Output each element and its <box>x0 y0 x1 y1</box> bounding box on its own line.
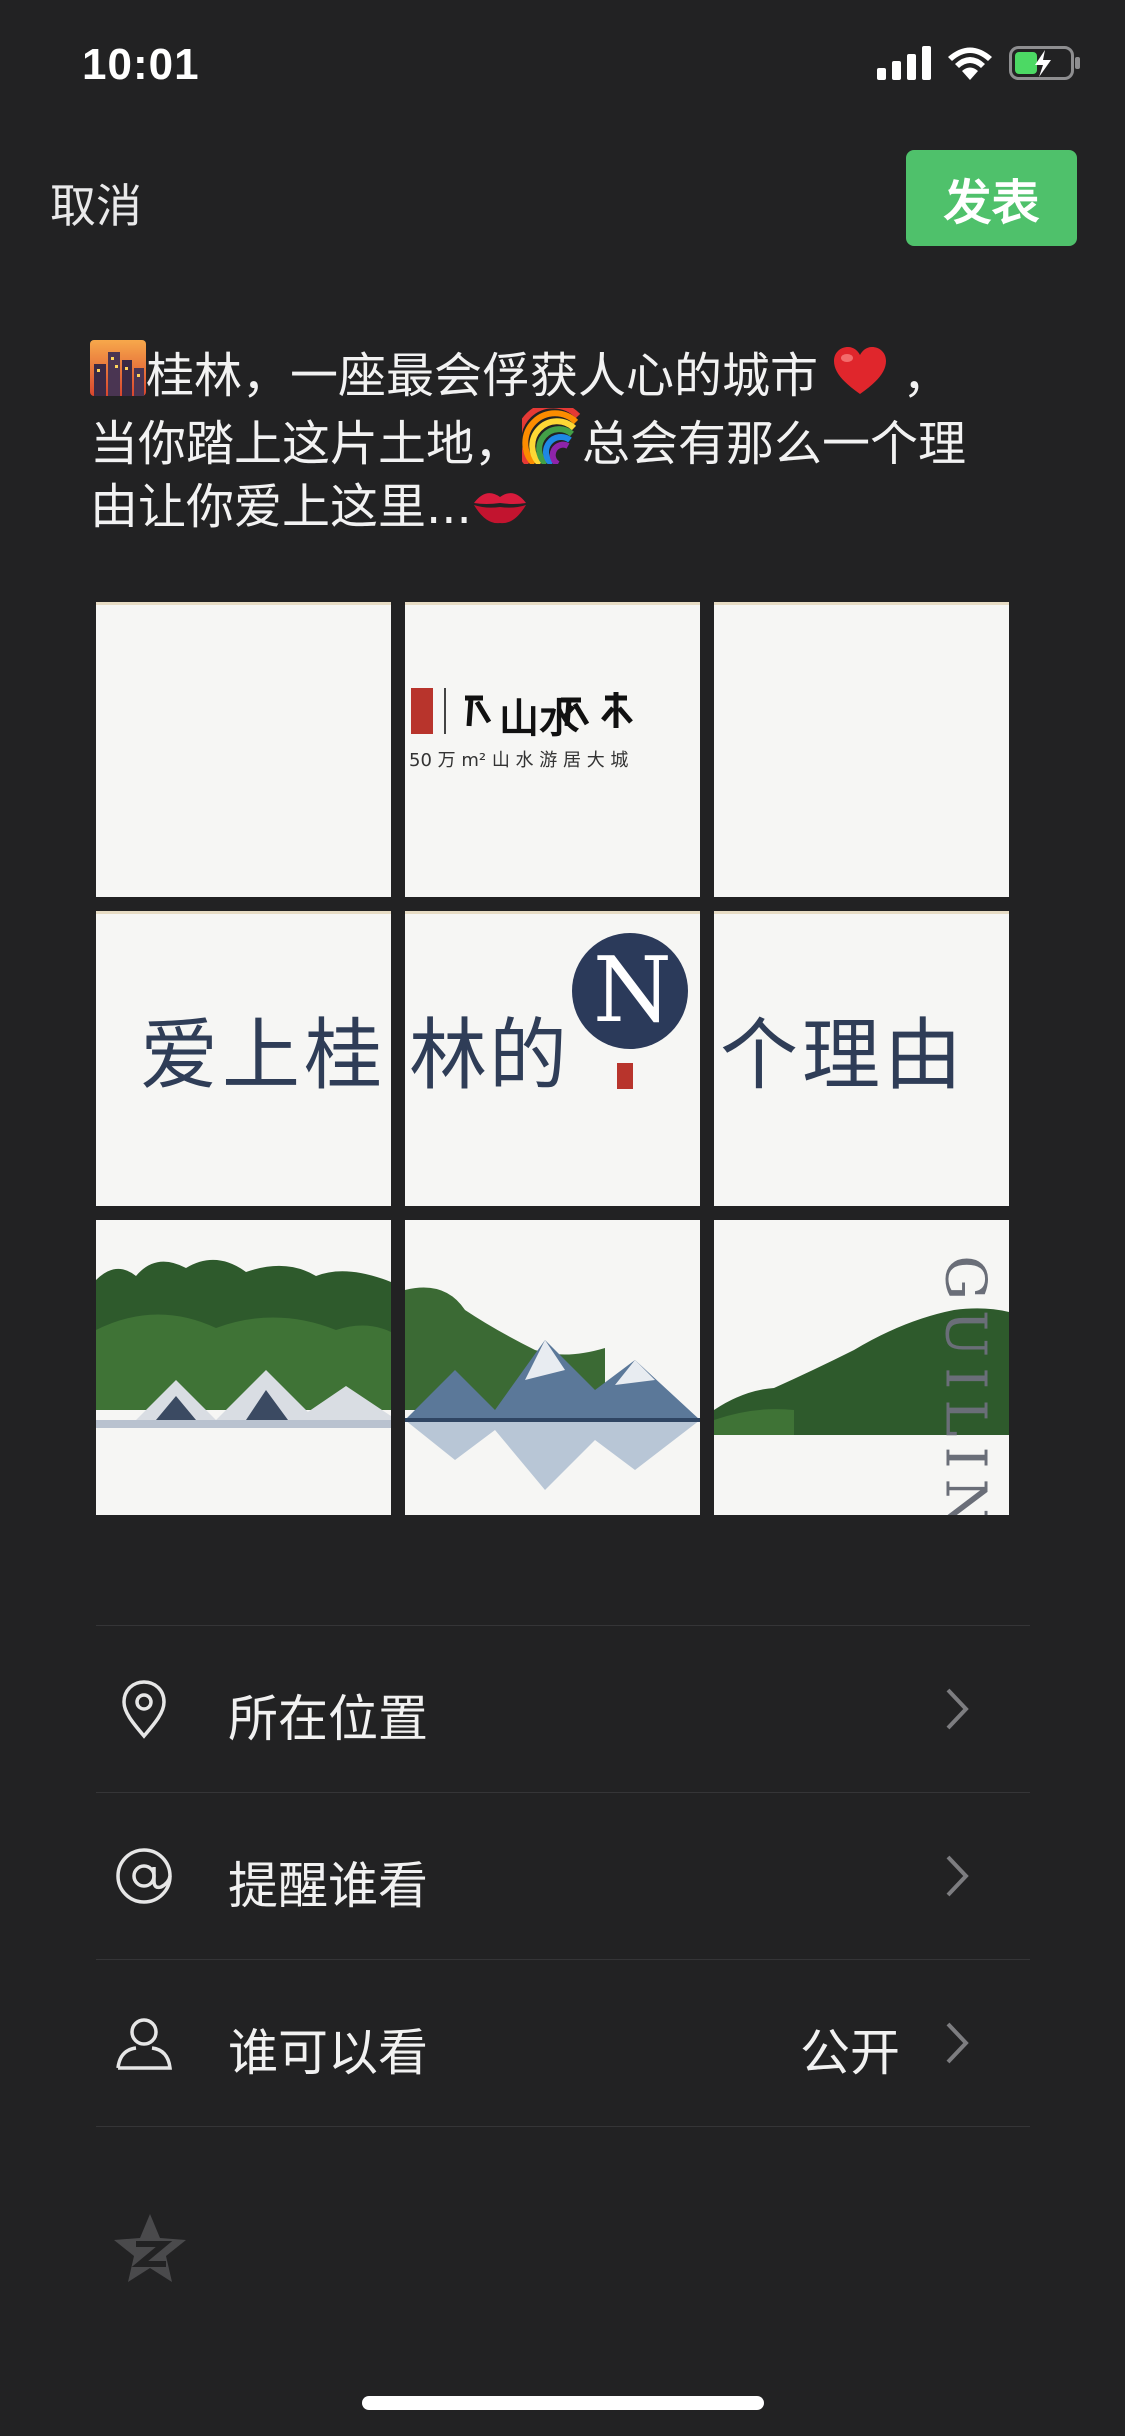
image-tile-8[interactable] <box>405 1220 700 1515</box>
post-line-2: 当你踏上这片土地， <box>90 416 523 472</box>
image-tile-9[interactable]: GUILIN <box>714 1220 1009 1515</box>
red-heart-emoji <box>833 346 887 404</box>
person-icon <box>116 2018 172 2070</box>
image-tile-2[interactable]: 山水 50 万 m² 山 水 游 居 大 城 <box>405 602 700 897</box>
tile-5-text: 林的 <box>409 1011 570 1101</box>
post-text[interactable]: 桂林，一座最会俘获人心的城市 ， 当你踏上这片土地， 总会有那么一个理 由让你爱上… <box>90 340 1060 539</box>
tile-5-badge: N <box>593 938 672 1043</box>
kiss-mark-emoji <box>472 483 528 535</box>
image-tile-5[interactable]: 林的 N <box>405 911 700 1206</box>
top-bar: 取消 发表 <box>0 140 1125 260</box>
post-line-1: 桂林，一座最会俘获人心的城市 <box>146 348 819 404</box>
tile-2-brand: 山水 <box>499 696 579 742</box>
post-line-3: 由让你爱上这里... <box>90 479 472 535</box>
status-icons <box>877 46 1081 80</box>
image-tile-7[interactable] <box>96 1220 391 1515</box>
battery-charging-icon <box>1009 46 1080 80</box>
tile-4-text: 爱上桂 <box>140 1011 387 1101</box>
status-time: 10:01 <box>82 40 200 89</box>
cellular-signal-icon <box>877 46 931 80</box>
visibility-row[interactable]: 谁可以看 公开 <box>96 1960 1030 2126</box>
post-line-1-tail: ， <box>902 348 951 404</box>
rainbow-emoji <box>515 402 582 472</box>
location-label: 所在位置 <box>228 1690 428 1748</box>
chevron-right-icon <box>946 1855 969 1897</box>
image-tile-6[interactable]: 个理由 <box>714 911 1009 1206</box>
tile-2-subtitle: 50 万 m² 山 水 游 居 大 城 <box>409 750 629 771</box>
mention-label: 提醒谁看 <box>228 1857 428 1915</box>
image-tile-4[interactable]: 爱上桂 <box>96 911 391 1206</box>
publish-button[interactable]: 发表 <box>906 150 1077 246</box>
visibility-label: 谁可以看 <box>228 2024 428 2082</box>
cityscape-sunset-emoji <box>90 340 146 404</box>
status-bar: 10:01 <box>0 0 1125 140</box>
location-pin-icon <box>122 1680 166 1739</box>
wifi-icon <box>948 47 992 80</box>
tile-9-vertical-text: GUILIN <box>932 1255 998 1515</box>
post-line-2-tail: 总会有那么一个理 <box>582 416 967 472</box>
options-menu: 所在位置 提醒谁看 谁可以看 公开 <box>96 1625 1030 2127</box>
tile-6-text: 个理由 <box>720 1011 967 1101</box>
cancel-button[interactable]: 取消 <box>50 170 142 236</box>
chevron-right-icon <box>946 2022 969 2064</box>
home-indicator[interactable] <box>362 2396 764 2410</box>
divider <box>96 2126 1030 2127</box>
location-row[interactable]: 所在位置 <box>96 1626 1030 1792</box>
at-sign-icon <box>116 1848 172 1904</box>
chevron-right-icon <box>946 1688 969 1730</box>
image-grid: 山水 50 万 m² 山 水 游 居 大 城 爱上桂 林的 N 个理由 GUIL… <box>96 602 1009 1515</box>
mention-row[interactable]: 提醒谁看 <box>96 1793 1030 1959</box>
image-tile-1[interactable] <box>96 602 391 897</box>
image-tile-3[interactable] <box>714 602 1009 897</box>
visibility-value: 公开 <box>800 2024 900 2082</box>
qzone-icon[interactable] <box>110 2210 190 2290</box>
